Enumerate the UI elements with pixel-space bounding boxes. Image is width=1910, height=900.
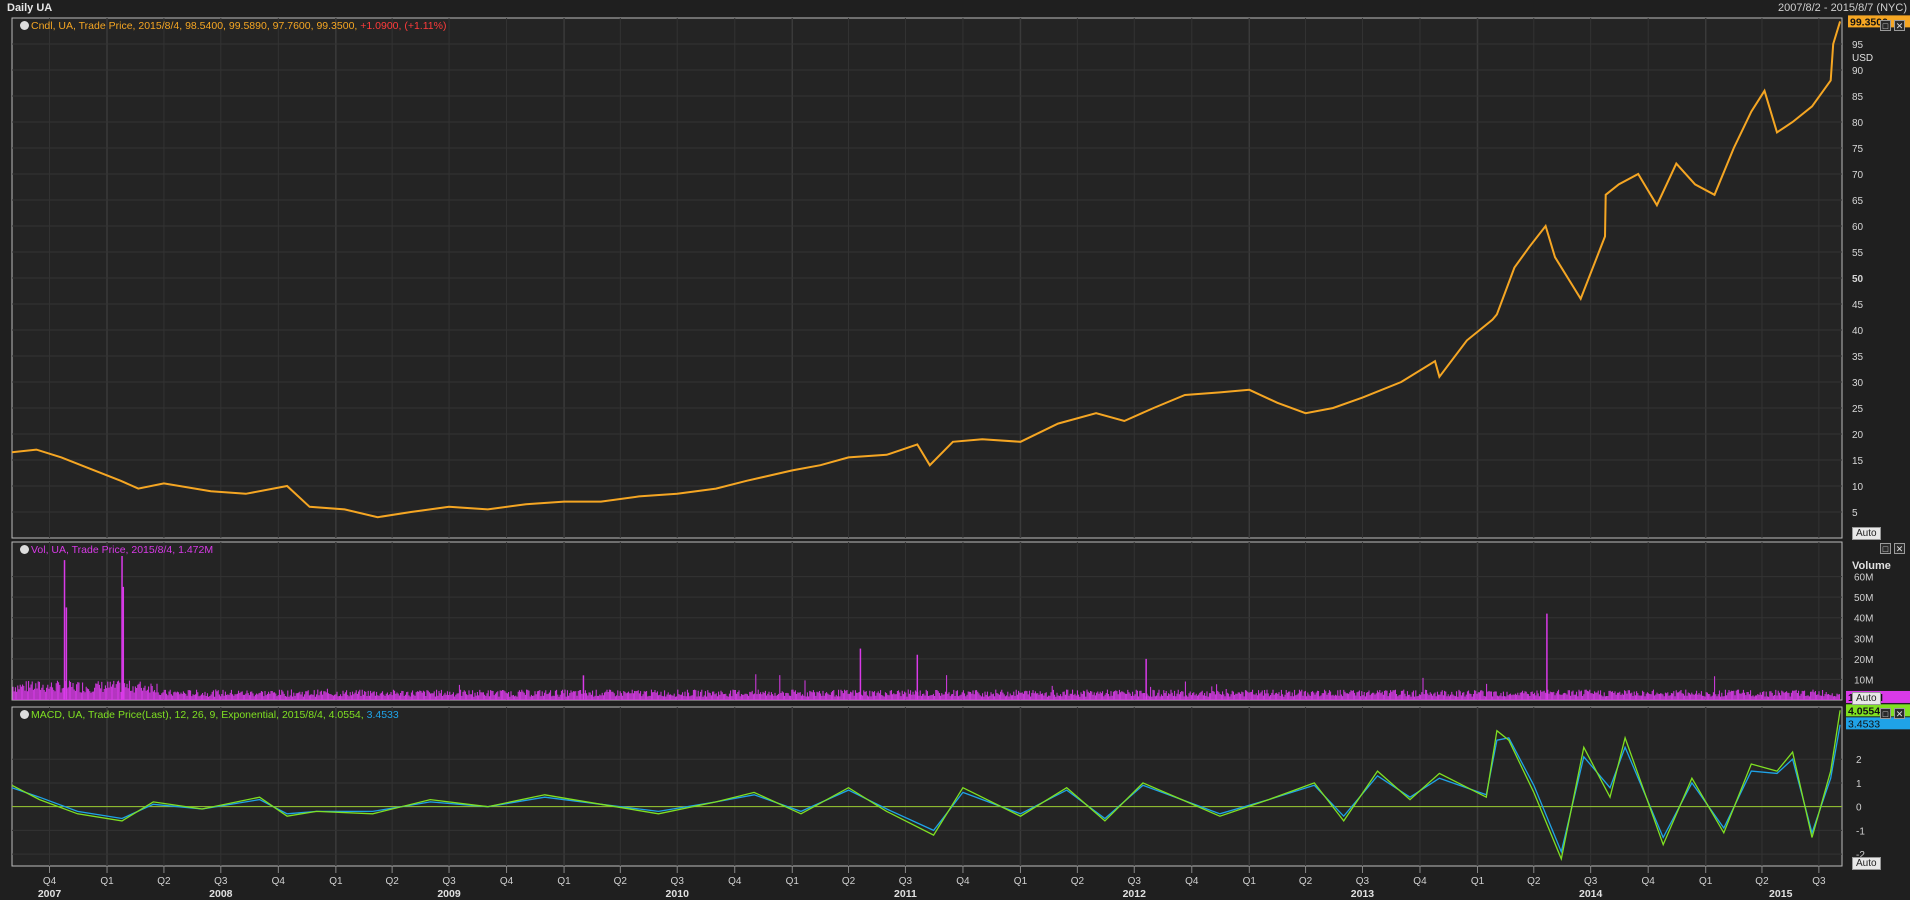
x-tick-label: Q4 <box>500 876 514 887</box>
x-tick-label: Q2 <box>842 876 856 887</box>
x-year-label: 2008 <box>209 888 233 900</box>
y-tick-label: -1 <box>1856 826 1865 837</box>
x-year-label: 2011 <box>894 888 917 900</box>
price-legend-text: Cndl, UA, Trade Price, 2015/8/4, 98.5400… <box>31 20 358 32</box>
x-tick-label: Q2 <box>385 876 399 887</box>
x-year-label: 2015 <box>1769 888 1793 900</box>
y-tick-label: 60 <box>1852 222 1864 233</box>
x-tick-label: Q1 <box>1014 876 1028 887</box>
auto-scale-button[interactable]: Auto <box>1852 692 1881 705</box>
price-legend-change: +1.0900, (+1.11%) <box>360 20 447 32</box>
y-tick-label: 45 <box>1852 300 1864 311</box>
x-tick-label: Q2 <box>1299 876 1313 887</box>
x-tick-label: Q3 <box>214 876 228 887</box>
auto-scale-button[interactable]: Auto <box>1852 857 1881 870</box>
x-tick-label: Q4 <box>956 876 970 887</box>
y-tick-label: 40 <box>1852 326 1864 337</box>
y-tick-label: 40M <box>1854 614 1873 625</box>
close-icon[interactable]: ✕ <box>1894 543 1905 554</box>
macd-legend-signal: 3.4533 <box>366 709 399 721</box>
x-year-label: 2009 <box>437 888 461 900</box>
y-tick-label: 20 <box>1852 430 1864 441</box>
x-tick-label: Q4 <box>728 876 742 887</box>
x-year-label: 2007 <box>38 888 62 900</box>
y-tick-label: 85 <box>1852 92 1864 103</box>
panel-frame <box>11 541 1843 701</box>
maximize-icon[interactable]: □ <box>1880 708 1891 719</box>
macd-legend: MACD, UA, Trade Price(Last), 12, 26, 9, … <box>20 709 399 721</box>
x-tick-label: Q4 <box>1185 876 1199 887</box>
x-tick-label: Q2 <box>1527 876 1541 887</box>
close-icon[interactable]: ✕ <box>1894 20 1905 31</box>
y-tick-label: 30 <box>1852 378 1864 389</box>
y-tick-label: 95 <box>1852 40 1864 51</box>
y-tick-label: 50M <box>1854 593 1873 604</box>
y-tick-label: 30M <box>1854 634 1873 645</box>
maximize-icon[interactable]: □ <box>1880 543 1891 554</box>
y-tick-label: 90 <box>1852 66 1864 77</box>
y-axis-title: Volume <box>1852 560 1891 572</box>
y-tick-label: 55 <box>1852 248 1864 259</box>
x-tick-label: Q3 <box>1812 876 1826 887</box>
y-tick-label: 10M <box>1854 675 1873 686</box>
y-tick-label: 1 <box>1856 779 1862 790</box>
x-year-label: 2010 <box>666 888 690 900</box>
x-tick-label: Q1 <box>1471 876 1485 887</box>
chart-canvas[interactable]: 5101520253035404550556065707580859095USD… <box>0 0 1910 900</box>
x-tick-label: Q2 <box>157 876 171 887</box>
last-value-label: 4.0554 <box>1848 705 1880 717</box>
y-tick-label: 65 <box>1852 196 1864 207</box>
maximize-icon[interactable]: □ <box>1880 20 1891 31</box>
y-tick-label: 2 <box>1856 755 1862 766</box>
x-tick-label: Q2 <box>614 876 628 887</box>
x-tick-label: Q2 <box>1071 876 1085 887</box>
y-tick-label: 35 <box>1852 352 1864 363</box>
zoom-icon[interactable] <box>20 545 29 554</box>
y-tick-label: 5 <box>1852 508 1858 519</box>
y-tick-label: 60M <box>1854 573 1873 584</box>
x-tick-label: Q3 <box>1128 876 1142 887</box>
x-tick-label: Q3 <box>1356 876 1370 887</box>
y-tick-label: 10 <box>1852 482 1864 493</box>
y-tick-label: 70 <box>1852 170 1864 181</box>
y-tick-label: 25 <box>1852 404 1864 415</box>
x-tick-label: Q4 <box>1413 876 1427 887</box>
x-tick-label: Q1 <box>1699 876 1713 887</box>
y-tick-label: 0 <box>1856 803 1862 814</box>
y-tick-label: 80 <box>1852 118 1864 129</box>
close-icon[interactable]: ✕ <box>1894 708 1905 719</box>
x-tick-label: Q1 <box>1243 876 1257 887</box>
x-tick-label: Q3 <box>899 876 913 887</box>
macd-legend-text: MACD, UA, Trade Price(Last), 12, 26, 9, … <box>31 709 364 721</box>
zoom-icon[interactable] <box>20 710 29 719</box>
auto-scale-button[interactable]: Auto <box>1852 527 1881 540</box>
y-tick-label: 50 <box>1852 274 1864 285</box>
x-tick-label: Q3 <box>1584 876 1598 887</box>
x-tick-label: Q1 <box>100 876 114 887</box>
price-legend: Cndl, UA, Trade Price, 2015/8/4, 98.5400… <box>20 20 446 32</box>
volume-legend-text: Vol, UA, Trade Price, 2015/8/4, 1.472M <box>31 544 214 556</box>
x-tick-label: Q1 <box>557 876 571 887</box>
y-axis-unit: USD <box>1852 53 1873 64</box>
panel-frame <box>11 706 1843 867</box>
x-tick-label: Q4 <box>272 876 286 887</box>
y-tick-label: 75 <box>1852 144 1864 155</box>
x-tick-label: Q1 <box>786 876 800 887</box>
x-year-label: 2013 <box>1351 888 1375 900</box>
y-tick-label: 20M <box>1854 655 1873 666</box>
x-tick-label: Q3 <box>442 876 456 887</box>
x-tick-label: Q2 <box>1755 876 1769 887</box>
x-tick-label: Q4 <box>43 876 57 887</box>
x-tick-label: Q3 <box>671 876 685 887</box>
last-value-label: 3.4533 <box>1848 718 1880 730</box>
x-tick-label: Q1 <box>329 876 343 887</box>
volume-legend: Vol, UA, Trade Price, 2015/8/4, 1.472M <box>20 544 213 556</box>
x-year-label: 2014 <box>1579 888 1603 900</box>
x-tick-label: Q4 <box>1642 876 1656 887</box>
x-year-label: 2012 <box>1123 888 1147 900</box>
zoom-icon[interactable] <box>20 21 29 30</box>
y-tick-label: 15 <box>1852 456 1864 467</box>
